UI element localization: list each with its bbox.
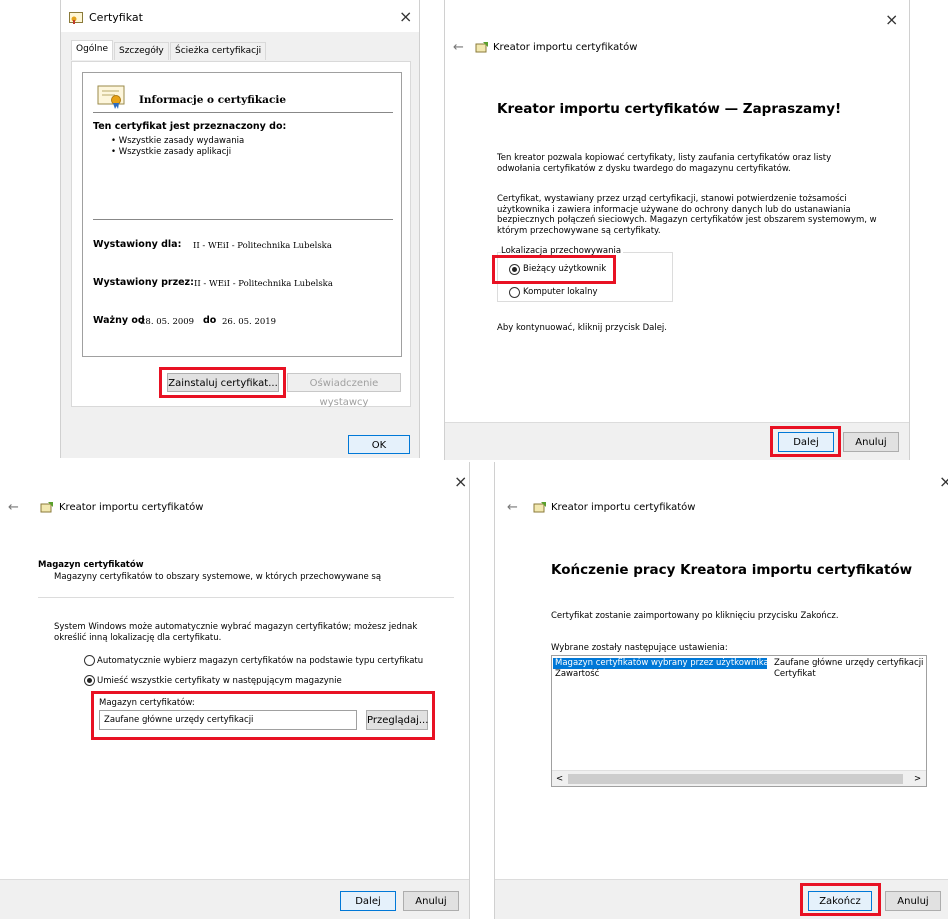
certificate-dialog: Certyfikat × Ogólne Szczegóły Ścieżka ce…: [60, 0, 420, 458]
wizard-store-page: × ← Kreator importu certyfikatów Magazyn…: [0, 462, 470, 919]
cancel-button[interactable]: Anuluj: [843, 432, 899, 452]
issued-to-label: Wystawiony dla:: [93, 239, 182, 250]
radio-auto-store[interactable]: [84, 655, 95, 666]
wizard-title: Kreator importu certyfikatów: [59, 502, 204, 513]
back-arrow-icon[interactable]: ←: [507, 500, 518, 515]
footer-bar: Zakończ Anuluj: [495, 879, 948, 919]
title-bar: Certyfikat ×: [61, 0, 419, 32]
tab-strip: Ogólne Szczegóły Ścieżka certyfikacji: [71, 40, 411, 62]
wizard-icon: [40, 502, 53, 513]
footer-bar: Dalej Anuluj: [0, 879, 469, 919]
footer-bar: Dalej Anuluj: [445, 422, 909, 460]
settings-value: Certyfikat: [774, 669, 816, 679]
ok-button[interactable]: OK: [348, 435, 410, 454]
tab-general[interactable]: Ogólne: [71, 40, 114, 60]
wizard-welcome-page: × ← Kreator importu certyfikatów Kreator…: [444, 0, 910, 460]
info-divider: [93, 112, 393, 113]
highlight-next: [770, 426, 841, 457]
wizard-finish-page: × ← Kreator importu certyfikatów Kończen…: [494, 462, 948, 919]
finish-paragraph: Certyfikat zostanie zaimportowany po kli…: [551, 611, 839, 621]
purpose-divider: [93, 219, 393, 220]
description-paragraph: Certyfikat, wystawiany przez urząd certy…: [497, 194, 877, 236]
welcome-heading: Kreator importu certyfikatów — Zapraszam…: [497, 101, 842, 117]
radio-local-machine[interactable]: [509, 287, 520, 298]
tab-panel: Informacje o certyfikacie Ten certyfikat…: [71, 61, 411, 408]
radio-manual-store[interactable]: [84, 675, 95, 686]
back-arrow-icon[interactable]: ←: [8, 500, 19, 515]
close-button[interactable]: ×: [399, 9, 412, 25]
highlight-install: [159, 367, 286, 398]
close-button[interactable]: ×: [939, 474, 948, 490]
valid-to-date: 26. 05. 2019: [222, 317, 277, 327]
section-description: Magazyny certyfikatów to obszary systemo…: [54, 572, 382, 582]
highlight-current-user: [492, 255, 616, 284]
info-box: Informacje o certyfikacie Ten certyfikat…: [82, 72, 402, 357]
scroll-left-icon[interactable]: <: [556, 774, 563, 785]
option-auto-store[interactable]: Automatycznie wybierz magazyn certyfikat…: [97, 656, 423, 667]
certificate-icon: [69, 12, 83, 24]
highlight-finish: [800, 883, 881, 916]
wizard-title: Kreator importu certyfikatów: [551, 502, 696, 513]
next-button[interactable]: Dalej: [340, 891, 396, 911]
settings-key: Zawartość: [555, 669, 600, 679]
close-button[interactable]: ×: [885, 12, 898, 28]
cancel-button[interactable]: Anuluj: [403, 891, 459, 911]
wizard-title: Kreator importu certyfikatów: [493, 42, 638, 53]
issued-to-value: II - WEiI - Politechnika Lubelska: [193, 241, 332, 251]
scrollbar-thumb[interactable]: [568, 774, 903, 784]
continue-hint: Aby kontynuować, kliknij przycisk Dalej.: [497, 323, 667, 333]
horizontal-scrollbar[interactable]: < >: [552, 770, 926, 786]
close-button[interactable]: ×: [454, 474, 467, 490]
certificate-large-icon: [97, 85, 125, 109]
valid-from-date: 28. 05. 2009: [140, 317, 195, 327]
cancel-button[interactable]: Anuluj: [885, 891, 941, 911]
issuer-statement-button: Oświadczenie wystawcy: [287, 373, 401, 408]
wizard-icon: [533, 502, 546, 513]
issued-by-label: Wystawiony przez:: [93, 277, 194, 288]
valid-from-label: Ważny od: [93, 315, 145, 326]
purpose-heading: Ten certyfikat jest przeznaczony do:: [93, 121, 287, 132]
info-heading: Informacje o certyfikacie: [139, 94, 287, 106]
back-arrow-icon[interactable]: ←: [453, 40, 464, 55]
intro-paragraph: Ten kreator pozwala kopiować certyfikaty…: [497, 153, 832, 174]
store-paragraph: System Windows może automatycznie wybrać…: [54, 622, 418, 643]
settings-list[interactable]: Magazyn certyfikatów wybrany przez użytk…: [551, 655, 927, 787]
settings-label: Wybrane zostały następujące ustawienia:: [551, 643, 728, 653]
header-divider: [38, 597, 454, 598]
purpose-item: • Wszystkie zasady aplikacji: [111, 147, 232, 157]
option-local-machine[interactable]: Komputer lokalny: [523, 287, 598, 298]
tab-certification-path[interactable]: Ścieżka certyfikacji: [170, 42, 267, 60]
highlight-store: [91, 691, 435, 740]
purpose-item: • Wszystkie zasady wydawania: [111, 136, 245, 146]
issued-by-value: II - WEiI - Politechnika Lubelska: [194, 279, 333, 289]
option-manual-store[interactable]: Umieść wszystkie certyfikaty w następują…: [97, 676, 342, 687]
valid-to-label: do: [203, 315, 217, 326]
section-title: Magazyn certyfikatów: [38, 560, 144, 570]
finish-heading: Kończenie pracy Kreatora importu certyfi…: [551, 562, 913, 578]
scroll-right-icon[interactable]: >: [914, 774, 921, 785]
settings-value: Zaufane główne urzędy certyfikacji: [774, 658, 924, 668]
dialog-title: Certyfikat: [89, 11, 143, 24]
settings-key-selected[interactable]: Magazyn certyfikatów wybrany przez użytk…: [553, 658, 767, 669]
wizard-icon: [475, 42, 488, 53]
tab-details[interactable]: Szczegóły: [114, 42, 169, 60]
